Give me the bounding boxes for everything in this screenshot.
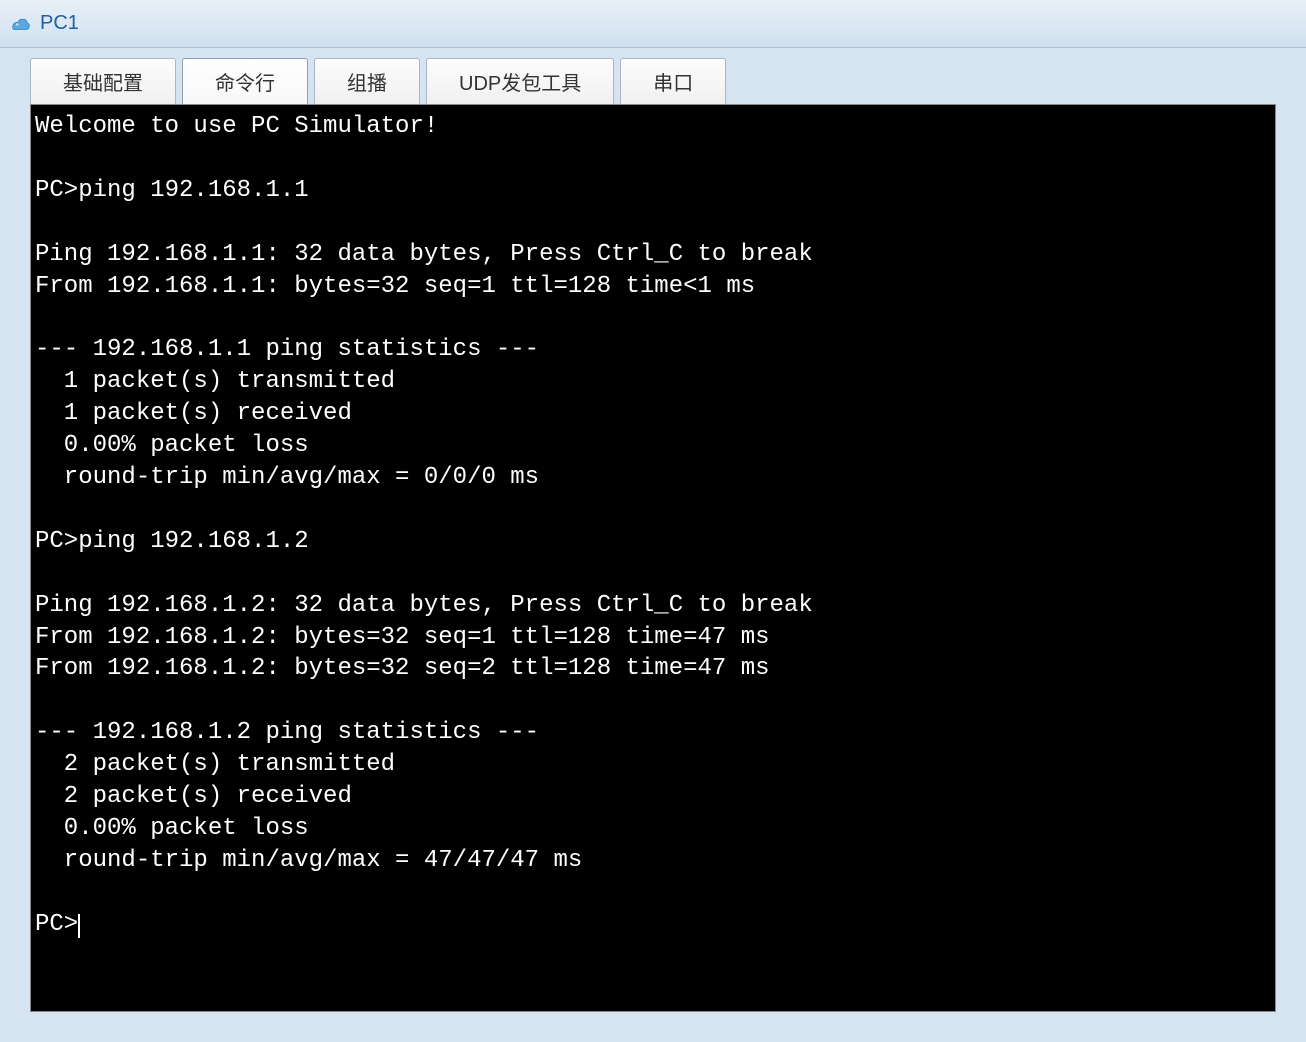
window: PC1 基础配置 命令行 组播 UDP发包工具 串口 Welcome to us… [0, 0, 1306, 1042]
app-icon [8, 12, 32, 36]
tab-cli[interactable]: 命令行 [182, 58, 308, 104]
terminal-output: Welcome to use PC Simulator! PC>ping 192… [35, 113, 813, 874]
title-bar: PC1 [0, 0, 1306, 48]
tabs-container: 基础配置 命令行 组播 UDP发包工具 串口 [0, 48, 1306, 104]
tab-serial[interactable]: 串口 [620, 58, 726, 104]
terminal[interactable]: Welcome to use PC Simulator! PC>ping 192… [30, 104, 1276, 1012]
terminal-prompt: PC> [35, 911, 78, 938]
terminal-cursor [78, 914, 80, 938]
tab-udp-tool[interactable]: UDP发包工具 [426, 58, 614, 104]
window-title: PC1 [40, 12, 79, 35]
tab-multicast[interactable]: 组播 [314, 58, 420, 104]
tab-basic-config[interactable]: 基础配置 [30, 58, 176, 104]
